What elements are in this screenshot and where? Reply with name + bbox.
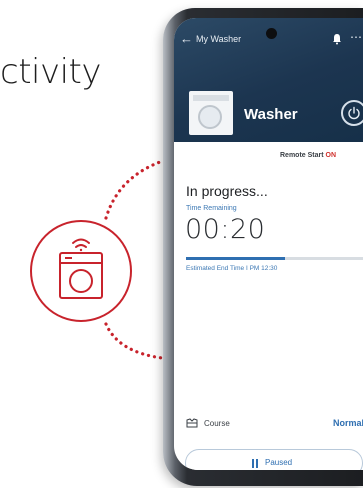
phone: ← My Washer ⋯ Washer Remote Start ON In …: [163, 8, 363, 486]
course-value: Normal: [332, 418, 363, 428]
connection-graphic: [30, 160, 164, 360]
pause-button[interactable]: Paused: [185, 449, 363, 470]
phone-screen: ← My Washer ⋯ Washer Remote Start ON In …: [174, 18, 363, 470]
course-label: Course: [204, 419, 230, 428]
course-row[interactable]: Course Normal: [186, 418, 363, 432]
time-remaining-label: Time Remaining: [186, 205, 237, 212]
estimated-end-time: Estimated End Time I PM 12:30: [186, 265, 278, 272]
app-title: My Washer: [196, 34, 242, 44]
connection-arc-bottom: [104, 322, 164, 360]
progress-title: In progress...: [186, 183, 268, 199]
power-button[interactable]: [341, 100, 363, 126]
connection-arc-top: [104, 160, 162, 220]
bell-icon[interactable]: [332, 33, 342, 45]
pause-icon: [252, 459, 258, 468]
course-icon: [186, 418, 198, 428]
progress-bar-fill: [186, 257, 285, 260]
remote-start-state: ON: [325, 152, 337, 159]
power-icon: [348, 106, 360, 120]
front-camera: [266, 28, 277, 39]
remote-start-status: Remote Start ON: [280, 152, 336, 159]
remote-start-label: Remote Start: [280, 152, 324, 159]
more-dots-icon[interactable]: ⋯: [350, 30, 362, 44]
time-remaining-value: 00:20: [185, 214, 266, 245]
progress-bar: [186, 257, 363, 260]
back-arrow-icon[interactable]: ←: [180, 32, 193, 46]
pause-label: Paused: [265, 458, 293, 467]
device-name: Washer: [244, 106, 298, 123]
washer-thumbnail: [189, 91, 233, 135]
